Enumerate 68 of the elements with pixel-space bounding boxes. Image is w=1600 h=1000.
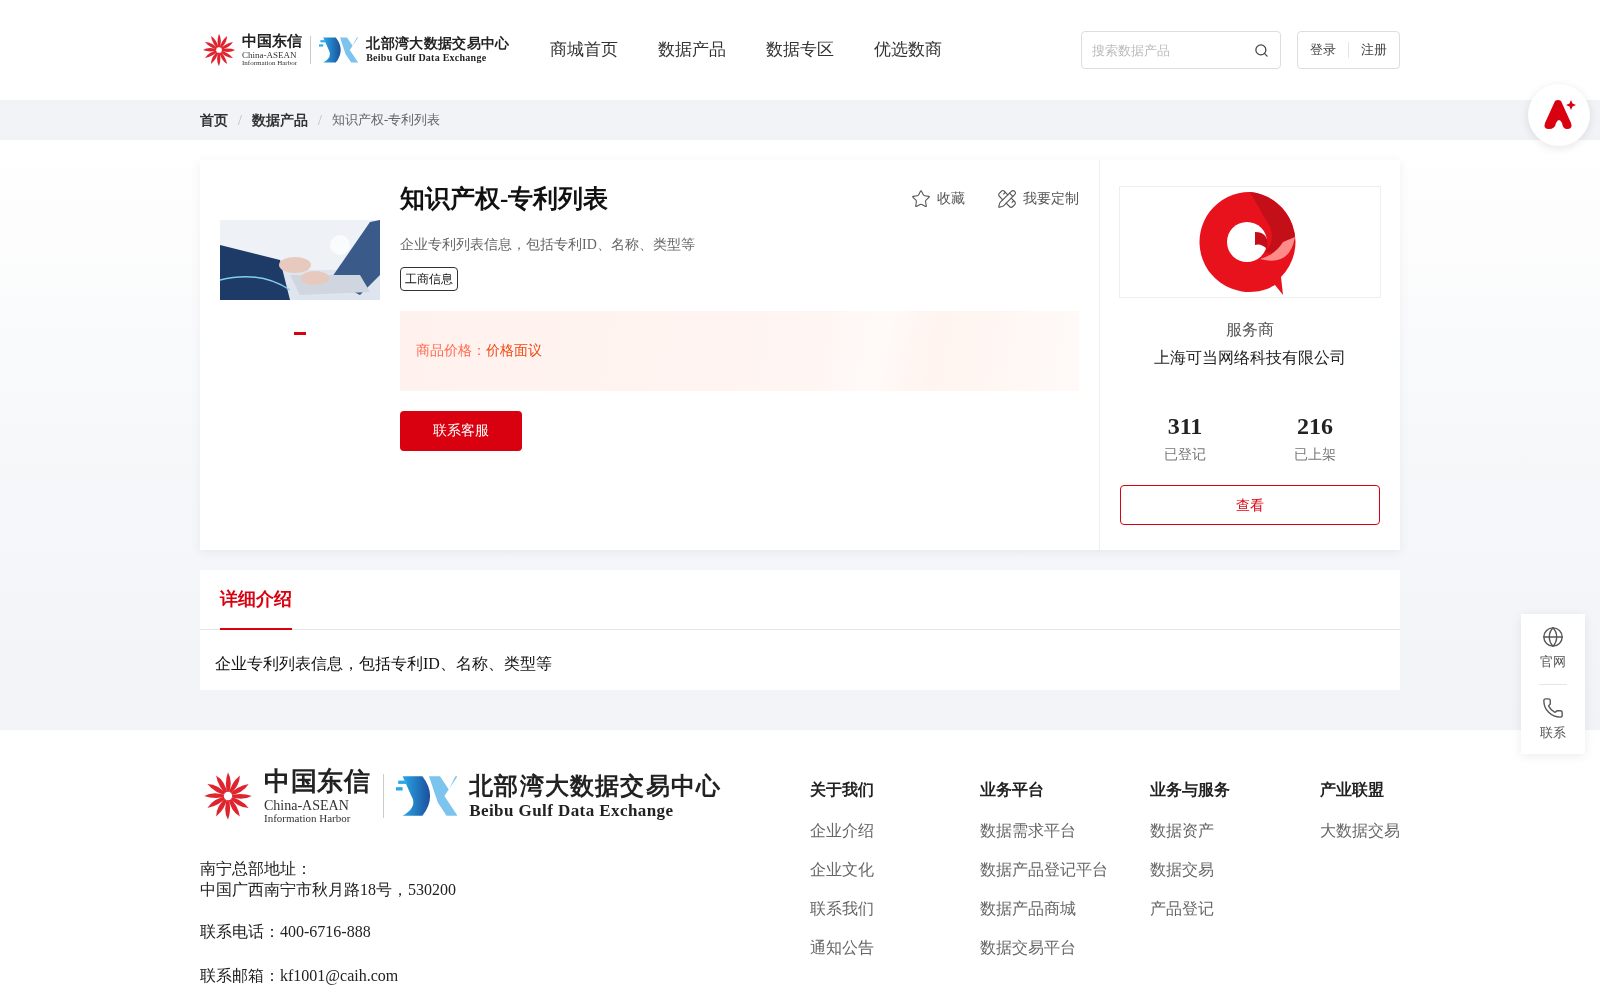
brand-name: 北部湾大数据交易中心 (366, 37, 510, 51)
footer-heading: 业务与服务 (1150, 779, 1231, 801)
nav-link[interactable]: 优选数商 (873, 37, 942, 63)
breadcrumb-link[interactable]: 知识产权-专利列表 (331, 110, 441, 130)
product-title: 知识产权-专利列表 (400, 184, 610, 214)
footer-link[interactable]: 通知公告 (810, 937, 980, 958)
footer-heading: 业务平台 (980, 779, 1045, 801)
footer-link[interactable]: 产品登记 (1150, 898, 1320, 919)
stat-label: 已上架 (1294, 445, 1336, 464)
nav-link[interactable]: 数据产品 (657, 37, 726, 63)
provider-role: 服务商 (1226, 319, 1274, 341)
provider-name: 上海可当网络科技有限公司 (1154, 347, 1346, 369)
footer-link[interactable]: 数据需求平台 (980, 820, 1150, 841)
address-label: 南宁总部地址： (200, 859, 313, 879)
brand-subtitle: Beibu Gulf Data Exchange (469, 801, 675, 819)
price-label: 商品价格： (416, 341, 486, 360)
footer-link[interactable]: 数据产品登记平台 (980, 859, 1150, 880)
nav-link[interactable]: 数据专区 (765, 37, 834, 63)
assistant-button[interactable] (1528, 84, 1590, 146)
view-button[interactable]: 查看 (1120, 485, 1380, 525)
footer-heading: 关于我们 (810, 779, 875, 801)
star-icon (911, 188, 931, 209)
address-text: 中国广西南宁市秋月路18号，530200 (200, 880, 457, 900)
product-description: 企业专利列表信息，包括专利ID、名称、类型等 (400, 235, 696, 254)
category-tag: 工商信息 (400, 266, 458, 291)
breadcrumb-link[interactable]: 数据产品 (251, 109, 308, 131)
footer-link[interactable]: 数据交易平台 (980, 937, 1150, 958)
brand-name: 中国东信 (242, 33, 302, 49)
price-value: 价格面议 (486, 341, 542, 360)
brand-subtitle: Beibu Gulf Data Exchange (366, 53, 488, 63)
breadcrumb-separator: / (238, 111, 242, 130)
brand-subtitle: China-ASEAN (242, 50, 298, 60)
breadcrumb-link[interactable]: 首页 (200, 109, 228, 131)
brand-name: 北部湾大数据交易中心 (469, 773, 722, 798)
footer-link[interactable]: 联系我们 (810, 898, 980, 919)
phone-text: 联系电话：400-6716-888 (200, 922, 372, 942)
details-text: 企业专利列表信息，包括专利ID、名称、类型等 (214, 654, 553, 674)
nav-link[interactable]: 商城首页 (549, 37, 618, 63)
breadcrumb-separator: / (317, 111, 322, 130)
exchange-logo-icon (395, 774, 458, 818)
footer-link[interactable]: 数据交易 (1150, 859, 1320, 880)
contact-service-button[interactable]: 联系客服 (400, 410, 522, 451)
brand-name: 中国东信 (264, 768, 371, 795)
phone-icon (1542, 696, 1564, 719)
globe-icon (1542, 626, 1564, 648)
email-text: 联系邮箱：kf1001@caih.com (200, 966, 400, 987)
website-button[interactable]: 官网 (1540, 626, 1566, 672)
footer-heading: 产业联盟 (1320, 779, 1385, 801)
auth-link[interactable]: 登录 (1310, 40, 1336, 60)
footer-link[interactable]: 企业介绍 (810, 820, 980, 841)
search-icon[interactable] (1254, 43, 1269, 58)
footer-link[interactable]: 企业文化 (810, 859, 980, 880)
details-tab[interactable]: 详细介绍 (220, 570, 292, 630)
auth-link[interactable]: 注册 (1361, 40, 1387, 60)
stat-label: 已登记 (1164, 445, 1206, 464)
pencil-ruler-icon (997, 188, 1017, 209)
stat-value: 311 (1167, 412, 1203, 440)
stat-value: 216 (1297, 412, 1333, 440)
search-field[interactable]: 搜索数据产品 (1081, 31, 1281, 69)
brand-subtitle: Information Harbor (264, 812, 352, 824)
brand-subtitle: China-ASEAN (264, 798, 350, 813)
customize-button[interactable]: 我要定制 (997, 188, 1079, 210)
footer-link[interactable]: 大数据交易 (1320, 820, 1400, 841)
footer-link[interactable]: 数据资产 (1150, 820, 1320, 841)
footer-link[interactable]: 数据产品商城 (980, 898, 1150, 919)
favorite-button[interactable]: 收藏 (911, 188, 965, 210)
contact-button[interactable]: 联系 (1540, 696, 1566, 742)
exchange-logo-icon (319, 36, 359, 64)
